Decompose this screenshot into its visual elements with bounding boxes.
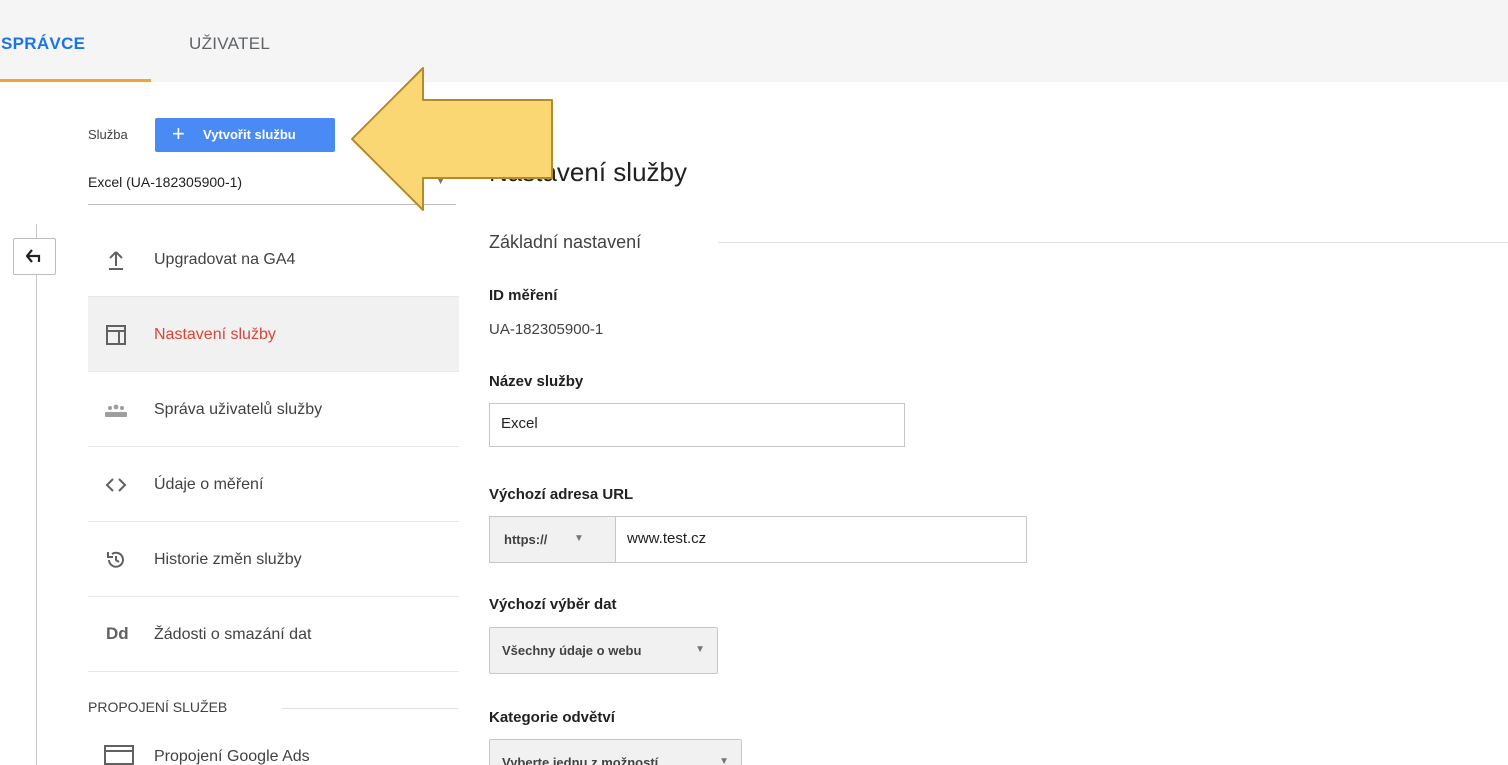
default-view-value: Všechny údaje o webu: [502, 643, 642, 658]
nav-item-user-management[interactable]: Správa uživatelů služby: [88, 372, 459, 447]
nav-item-label: Nastavení služby: [154, 326, 276, 343]
nav-item-tracking-info[interactable]: Údaje o měření: [88, 447, 459, 522]
top-tab-bar: SPRÁVCE UŽIVATEL: [0, 0, 1508, 82]
property-name-input[interactable]: Excel: [489, 403, 905, 447]
active-tab-indicator: [0, 79, 151, 82]
plus-icon: +: [172, 121, 185, 146]
annotation-arrow: [351, 67, 553, 211]
tab-admin-label: SPRÁVCE: [1, 34, 86, 53]
url-scheme-dropdown[interactable]: https:// ▼: [489, 516, 615, 563]
nav-item-label: Údaje o měření: [154, 476, 264, 493]
property-name-value: Excel: [501, 415, 538, 432]
arrow-back-icon: [26, 249, 41, 263]
ads-link-icon: [104, 745, 134, 765]
nav-item-label: Propojení Google Ads: [154, 748, 310, 765]
nav-item-change-history[interactable]: Historie změn služby: [88, 522, 459, 597]
tab-user-label: UŽIVATEL: [189, 34, 271, 53]
tab-user[interactable]: UŽIVATEL: [189, 34, 270, 54]
property-nav: Upgradovat na GA4 Nastavení služby Správ…: [88, 222, 459, 672]
default-view-dropdown[interactable]: Všechny údaje o webu ▼: [489, 627, 718, 674]
nav-item-data-deletion[interactable]: Dd Žádosti o smazání dat: [88, 597, 459, 672]
tracking-id-value: UA-182305900-1: [489, 321, 604, 338]
chevron-down-icon: ▼: [574, 533, 584, 544]
chevron-down-icon: ▼: [719, 756, 729, 765]
rail-divider: [36, 224, 37, 765]
property-settings-icon: [106, 325, 126, 345]
collapse-back-button[interactable]: [13, 238, 56, 275]
nav-item-label: Správa uživatelů služby: [154, 401, 323, 418]
nav-item-label: Upgradovat na GA4: [154, 251, 296, 268]
industry-category-value: Vyberte jednu z možností: [502, 755, 659, 765]
industry-category-dropdown[interactable]: Vyberte jednu z možností ▼: [489, 739, 742, 765]
nav-item-label: Historie změn služby: [154, 551, 302, 568]
history-icon: [107, 551, 124, 568]
default-url-value: www.test.cz: [627, 530, 707, 547]
nav-item-google-ads-links[interactable]: Propojení Google Ads: [88, 735, 459, 765]
url-scheme-value: https://: [504, 532, 548, 547]
tracking-id-label: ID měření: [489, 287, 558, 304]
create-property-label: Vytvořit službu: [203, 127, 296, 142]
dd-icon: Dd: [106, 624, 129, 643]
default-view-label: Výchozí výběr dat: [489, 596, 617, 613]
section-heading-basic: Základní nastavení: [489, 232, 642, 252]
property-name-label: Název služby: [489, 373, 584, 390]
people-icon: [105, 404, 127, 417]
section-divider: [718, 242, 1508, 243]
section-divider: [282, 708, 458, 709]
tab-admin[interactable]: SPRÁVCE: [0, 34, 151, 82]
upload-icon: [109, 251, 123, 270]
code-icon: [105, 478, 127, 492]
default-url-label: Výchozí adresa URL: [489, 486, 634, 503]
nav-item-property-settings[interactable]: Nastavení služby: [88, 297, 459, 372]
property-selected-value: Excel (UA-182305900-1): [88, 174, 243, 190]
nav-item-upgrade-ga4[interactable]: Upgradovat na GA4: [88, 222, 459, 297]
create-property-button[interactable]: + Vytvořit službu: [155, 118, 335, 152]
chevron-down-icon: ▼: [695, 644, 705, 655]
default-url-input[interactable]: www.test.cz: [615, 516, 1027, 563]
property-label: Služba: [88, 127, 128, 142]
section-heading-property-links: PROPOJENÍ SLUŽEB: [88, 699, 228, 715]
nav-item-label: Žádosti o smazání dat: [154, 626, 312, 643]
industry-category-label: Kategorie odvětví: [489, 709, 615, 726]
